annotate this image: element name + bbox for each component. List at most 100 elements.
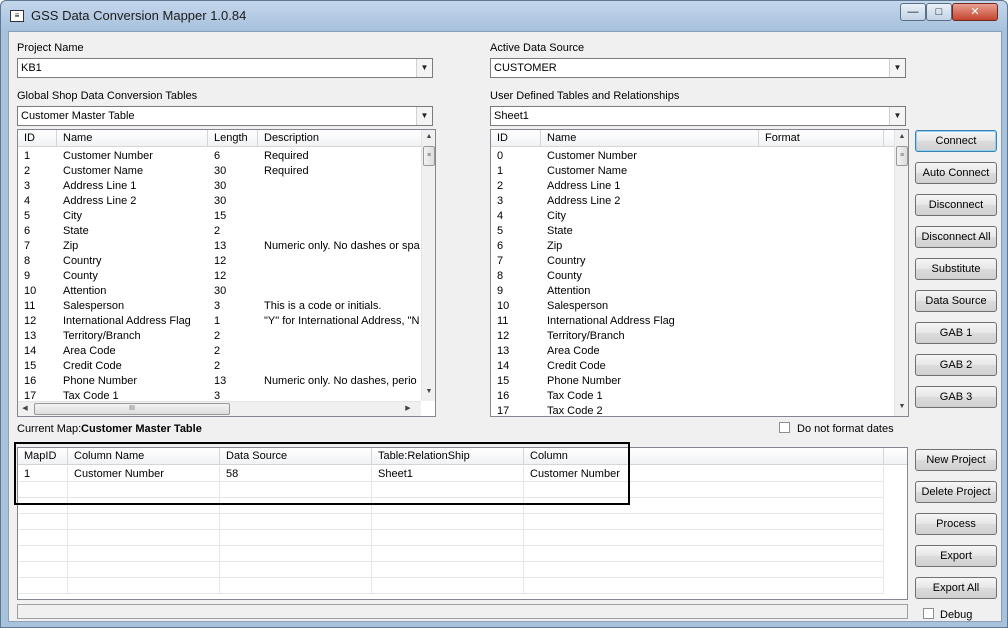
- column-header-mapid[interactable]: MapID: [18, 448, 68, 465]
- table-row[interactable]: 13 Territory/Branch 2: [18, 329, 421, 344]
- table-row[interactable]: 2 Customer Name 30 Required: [18, 164, 421, 179]
- gab-3-button[interactable]: GAB 3: [915, 386, 997, 408]
- debug-label[interactable]: Debug: [940, 609, 972, 621]
- table-row[interactable]: 6 Zip: [491, 239, 894, 254]
- export-button[interactable]: Export: [915, 545, 997, 567]
- chevron-down-icon[interactable]: ▼: [889, 59, 905, 77]
- chevron-down-icon[interactable]: ▼: [889, 107, 905, 125]
- table-row[interactable]: 16 Phone Number 13 Numeric only. No dashes,…: [18, 374, 421, 389]
- table-row[interactable]: 3 Address Line 1 30: [18, 179, 421, 194]
- project-name-combo[interactable]: KB1 ▼: [17, 58, 433, 78]
- scroll-down-icon[interactable]: ▼: [422, 385, 435, 399]
- table-row[interactable]: 17 Tax Code 2: [491, 404, 894, 416]
- table-row[interactable]: 1 Customer Number 6 Required: [18, 149, 421, 164]
- table-row[interactable]: 3 Address Line 2: [491, 194, 894, 209]
- table-row[interactable]: 5 City 15: [18, 209, 421, 224]
- ud-tables-combo[interactable]: Sheet1 ▼: [490, 106, 906, 126]
- empty-table-row[interactable]: [18, 530, 884, 546]
- table-row[interactable]: 7 Country: [491, 254, 894, 269]
- column-header-data-source[interactable]: Data Source: [220, 448, 372, 465]
- table-row[interactable]: 7 Zip 13 Numeric only. No dashes or spa: [18, 239, 421, 254]
- table-row[interactable]: 9 County 12: [18, 269, 421, 284]
- column-header-id[interactable]: ID: [491, 130, 541, 147]
- table-row[interactable]: 12 Territory/Branch: [491, 329, 894, 344]
- gs-fields-list[interactable]: ID Name Length Description 1 Customer Num…: [17, 129, 436, 417]
- column-header-name[interactable]: Name: [541, 130, 759, 147]
- gab-1-button[interactable]: GAB 1: [915, 322, 997, 344]
- table-row[interactable]: 11 International Address Flag: [491, 314, 894, 329]
- table-row[interactable]: 14 Area Code 2: [18, 344, 421, 359]
- column-header-format[interactable]: Format: [759, 130, 884, 147]
- delete-project-button[interactable]: Delete Project: [915, 481, 997, 503]
- ud-fields-vscrollbar[interactable]: ▲ ≡ ▼: [894, 130, 908, 416]
- no-format-dates-checkbox[interactable]: [779, 422, 790, 433]
- empty-table-row[interactable]: [18, 562, 884, 578]
- table-row[interactable]: 4 Address Line 2 30: [18, 194, 421, 209]
- hscroll-thumb[interactable]: III: [34, 403, 230, 415]
- no-format-dates-label[interactable]: Do not format dates: [797, 423, 894, 435]
- chevron-down-icon[interactable]: ▼: [416, 107, 432, 125]
- table-row[interactable]: 15 Phone Number: [491, 374, 894, 389]
- column-header-id[interactable]: ID: [18, 130, 57, 147]
- table-row[interactable]: 10 Attention 30: [18, 284, 421, 299]
- auto-connect-button[interactable]: Auto Connect: [915, 162, 997, 184]
- column-header-length[interactable]: Length: [208, 130, 258, 147]
- table-row[interactable]: 8 Country 12: [18, 254, 421, 269]
- scroll-down-icon[interactable]: ▼: [895, 400, 908, 414]
- close-button[interactable]: ✕: [952, 3, 998, 21]
- table-row[interactable]: 10 Salesperson: [491, 299, 894, 314]
- column-header-description[interactable]: Description: [258, 130, 421, 147]
- empty-table-row[interactable]: [18, 482, 884, 498]
- empty-table-row[interactable]: [18, 514, 884, 530]
- title-bar[interactable]: ≡ GSS Data Conversion Mapper 1.0.84 — □ …: [1, 1, 1007, 31]
- disconnect-all-button[interactable]: Disconnect All: [915, 226, 997, 248]
- scroll-left-icon[interactable]: ◀: [18, 402, 32, 416]
- table-row[interactable]: 8 County: [491, 269, 894, 284]
- substitute-button[interactable]: Substitute: [915, 258, 997, 280]
- table-row[interactable]: 0 Customer Number: [491, 149, 894, 164]
- empty-table-row[interactable]: [18, 498, 884, 514]
- app-menu-icon[interactable]: ≡: [10, 10, 24, 22]
- empty-table-row[interactable]: [18, 578, 884, 594]
- table-row[interactable]: 14 Credit Code: [491, 359, 894, 374]
- active-data-source-combo[interactable]: CUSTOMER ▼: [490, 58, 906, 78]
- column-header-name[interactable]: Name: [57, 130, 208, 147]
- map-grid[interactable]: MapID Column Name Data Source Table:Rela…: [17, 447, 908, 600]
- table-row[interactable]: 9 Attention: [491, 284, 894, 299]
- maximize-button[interactable]: □: [926, 3, 952, 21]
- ud-fields-list[interactable]: ID Name Format 0 Customer Number 1 Customer…: [490, 129, 909, 417]
- debug-checkbox[interactable]: [923, 608, 934, 619]
- table-row[interactable]: 13 Area Code: [491, 344, 894, 359]
- export-all-button[interactable]: Export All: [915, 577, 997, 599]
- table-row[interactable]: 1 Customer Name: [491, 164, 894, 179]
- connect-button[interactable]: Connect: [915, 130, 997, 152]
- column-header-column-name[interactable]: Column Name: [68, 448, 220, 465]
- gs-fields-vscrollbar[interactable]: ▲ ≡ ▼: [421, 130, 435, 401]
- gab-2-button[interactable]: GAB 2: [915, 354, 997, 376]
- data-source-button[interactable]: Data Source: [915, 290, 997, 312]
- scroll-right-icon[interactable]: ▶: [401, 402, 415, 416]
- table-row[interactable]: 6 State 2: [18, 224, 421, 239]
- scroll-up-icon[interactable]: ▲: [895, 130, 908, 144]
- new-project-button[interactable]: New Project: [915, 449, 997, 471]
- column-header-table-relationship[interactable]: Table:RelationShip: [372, 448, 524, 465]
- disconnect-button[interactable]: Disconnect: [915, 194, 997, 216]
- table-row[interactable]: 11 Salesperson 3 This is a code or initials…: [18, 299, 421, 314]
- process-button[interactable]: Process: [915, 513, 997, 535]
- scroll-thumb[interactable]: ≡: [423, 146, 435, 166]
- table-row[interactable]: 2 Address Line 1: [491, 179, 894, 194]
- chevron-down-icon[interactable]: ▼: [416, 59, 432, 77]
- table-row[interactable]: 16 Tax Code 1: [491, 389, 894, 404]
- column-header-column[interactable]: Column: [524, 448, 884, 465]
- table-row[interactable]: 1 Customer Number 58 Sheet1 Customer Number: [18, 466, 884, 482]
- table-row[interactable]: 5 State: [491, 224, 894, 239]
- gs-tables-combo[interactable]: Customer Master Table ▼: [17, 106, 433, 126]
- scroll-thumb[interactable]: ≡: [896, 146, 908, 166]
- empty-table-row[interactable]: [18, 546, 884, 562]
- table-row[interactable]: 12 International Address Flag 1 "Y" for Int…: [18, 314, 421, 329]
- table-row[interactable]: 15 Credit Code 2: [18, 359, 421, 374]
- gs-fields-hscrollbar[interactable]: ◀ III ▶: [18, 401, 421, 416]
- minimize-button[interactable]: —: [900, 3, 926, 21]
- table-row[interactable]: 4 City: [491, 209, 894, 224]
- scroll-up-icon[interactable]: ▲: [422, 130, 435, 144]
